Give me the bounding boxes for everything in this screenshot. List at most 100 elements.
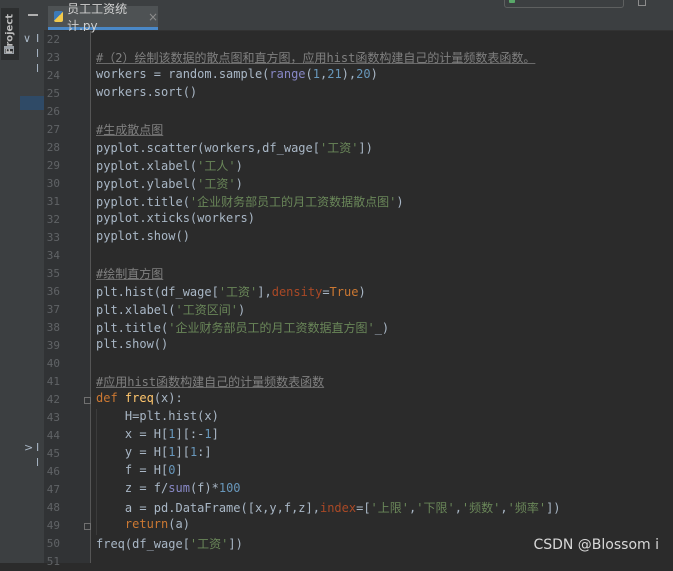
code-token: pyplot.title( [96, 195, 190, 209]
code-line[interactable]: def freq(x): [96, 391, 183, 409]
line-number-gutter: 22 23 24 25 26 27 28 29 30 31 32 33 34 35 36 37 38 39 40 41… [44, 31, 91, 568]
code-line[interactable]: freq(df_wage['工资']) [96, 535, 243, 553]
code-line[interactable]: pyplot.show() [96, 229, 190, 247]
run-configuration-dropdown[interactable] [504, 0, 624, 8]
code-token: ]) [546, 501, 561, 515]
line-number: 43 [46, 411, 60, 424]
line-number: 33 [46, 231, 60, 244]
code-token: #应用hist函数构建自己的计量频数表函数 [96, 375, 325, 389]
window-icon[interactable] [638, 0, 646, 6]
code-line[interactable]: x = H[1][:-1] [96, 427, 219, 445]
code-token: range [269, 67, 306, 81]
line-number: 45 [46, 447, 60, 460]
code-token: plt.hist(df_wage[ [96, 285, 219, 299]
code-token: ) [396, 195, 404, 209]
code-token: ( [305, 67, 313, 81]
code-token: '下限' [416, 501, 455, 515]
code-line[interactable]: H=plt.hist(x) [96, 409, 219, 427]
fold-toggle[interactable] [84, 397, 91, 404]
code-line[interactable]: #应用hist函数构建自己的计量频数表函数 [96, 373, 324, 391]
code-line[interactable]: #生成散点图 [96, 121, 163, 139]
code-token: '工资区间' [175, 303, 238, 317]
folder-icon [4, 46, 14, 54]
code-line[interactable]: #（2）绘制该数据的散点图和直方图，应用hist函数构建自己的计量频数表函数。 [96, 49, 535, 67]
code-line[interactable]: plt.show() [96, 337, 168, 355]
code-token: ) [370, 67, 378, 81]
python-file-icon [54, 11, 64, 22]
code-token: workers = random.sample( [96, 67, 270, 81]
code-token: '企业财务部员工的月工资数据直方图' [168, 321, 375, 335]
file-tab[interactable]: 员工工资统计.py × [48, 2, 158, 33]
line-number: 27 [46, 123, 60, 136]
code-line[interactable]: pyplot.xticks(workers) [96, 211, 255, 229]
code-token: 21 [327, 67, 342, 81]
code-token: pyplot.xlabel( [96, 159, 198, 173]
code-line[interactable]: pyplot.ylabel('工资') [96, 175, 243, 193]
code-line[interactable]: pyplot.xlabel('工人') [96, 157, 243, 175]
code-line[interactable]: #绘制直方图 [96, 265, 163, 283]
code-line[interactable]: pyplot.scatter(workers,df_wage['工资']) [96, 139, 373, 157]
fold-toggle[interactable] [84, 523, 91, 530]
line-number: 42 [46, 393, 60, 406]
code-token: pyplot.ylabel( [96, 177, 198, 191]
line-number: 31 [46, 195, 60, 208]
code-token: ][:- [175, 427, 205, 441]
code-token: H=plt.hist(x) [96, 409, 219, 423]
code-token: '工资' [218, 285, 258, 299]
code-line[interactable]: z = f/sum(f)*100 [96, 481, 241, 499]
code-line[interactable]: y = H[1][1:] [96, 445, 212, 463]
code-line[interactable]: a = pd.DataFrame([x,y,f,z],index=['上限','… [96, 499, 561, 517]
code-token: density [271, 285, 323, 299]
code-token: 1 [312, 67, 320, 81]
code-token: workers.sort() [96, 85, 198, 99]
line-number: 48 [46, 501, 60, 514]
code-line[interactable]: return(a) [96, 517, 190, 535]
code-token: plt.show() [96, 337, 169, 351]
minimize-icon[interactable] [28, 14, 38, 16]
line-number: 25 [46, 87, 60, 100]
watermark: CSDN @Blossom i [533, 537, 659, 553]
code-token: 20 [356, 67, 371, 81]
code-token: freq [124, 391, 154, 405]
code-token: ]) [228, 537, 243, 551]
code-token: = [322, 285, 330, 299]
code-token: '工资' [189, 537, 229, 551]
code-token: '上限' [370, 501, 409, 515]
line-number: 40 [46, 357, 60, 370]
code-token: '频率' [507, 501, 547, 515]
code-line[interactable]: workers = random.sample(range(1,21),20) [96, 67, 378, 85]
line-number: 50 [46, 537, 60, 550]
code-token: '工资' [319, 141, 359, 155]
code-token: ], [257, 285, 272, 299]
line-number: 30 [46, 177, 60, 190]
code-token: ) [358, 285, 366, 299]
code-token: f = H[ [96, 463, 169, 477]
code-token: ) [237, 303, 246, 317]
code-token: '频数' [461, 501, 501, 515]
code-token: (x): [153, 391, 183, 405]
code-line[interactable]: workers.sort() [96, 85, 197, 103]
code-line[interactable]: f = H[0] [96, 463, 183, 481]
code-line[interactable]: plt.title('企业财务部员工的月工资数据直方图'_) [96, 319, 389, 337]
line-number: 32 [46, 213, 60, 226]
code-line[interactable]: plt.hist(df_wage['工资'],density=True) [96, 283, 366, 301]
code-token: #（2）绘制该数据的散点图和直方图，应用hist函数构建自己的计量频数表函数。 [96, 51, 536, 65]
code-token: pyplot.scatter(workers,df_wage[ [96, 141, 320, 155]
code-editor[interactable]: #（2）绘制该数据的散点图和直方图，应用hist函数构建自己的计量频数表函数。 w… [96, 31, 673, 563]
line-number: 28 [46, 141, 60, 154]
code-token: index [319, 501, 357, 515]
line-number: 41 [46, 375, 60, 388]
code-token: ] [175, 463, 183, 477]
code-token: (a) [168, 517, 190, 531]
code-token: plt.title( [96, 321, 169, 335]
code-line[interactable]: plt.xlabel('工资区间') [96, 301, 245, 319]
code-token: plt.xlabel( [96, 303, 176, 317]
close-icon[interactable]: × [148, 10, 158, 24]
code-token: freq(df_wage[ [96, 537, 190, 551]
indent-guide [96, 409, 97, 535]
code-token: return [124, 517, 169, 531]
editor-tab-bar: 员工工资统计.py × [28, 0, 673, 33]
code-token: 100 [218, 481, 241, 495]
code-line[interactable]: pyplot.title('企业财务部员工的月工资数据散点图') [96, 193, 404, 211]
line-number: 49 [46, 519, 60, 532]
